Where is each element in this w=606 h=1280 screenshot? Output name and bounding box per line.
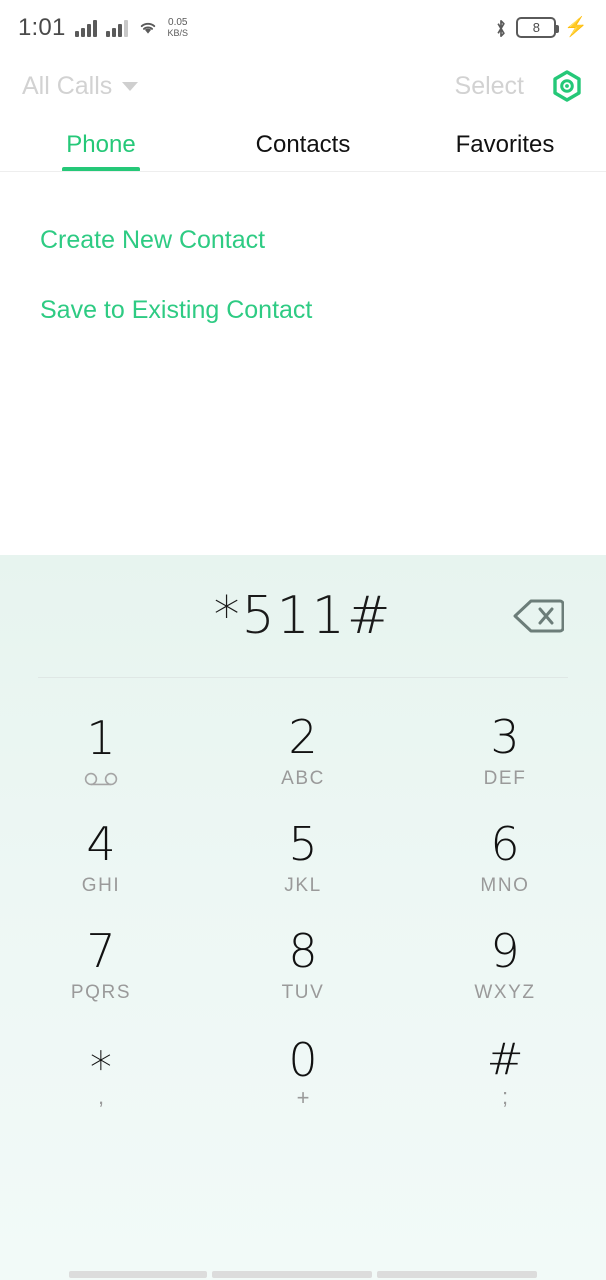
dialpad-panel: *511# 1 2 ABC 3 DEF 4 GHI 5 JKL 6 MNO 7 … — [0, 555, 606, 1280]
tab-contacts-label: Contacts — [255, 130, 351, 158]
battery-icon: 8 — [516, 17, 560, 38]
key-6[interactable]: 6 MNO — [404, 805, 606, 912]
key-4-letters: GHI — [81, 875, 121, 896]
dialed-number-row: *511# — [0, 555, 606, 677]
key-8-digit: 8 — [288, 924, 318, 978]
top-bar: All Calls Select — [0, 55, 606, 117]
status-bar-right: 8 ⚡ — [494, 17, 588, 38]
contact-actions-list: Create New Contact Save to Existing Cont… — [0, 205, 606, 345]
key-hash-sub: ; — [501, 1084, 509, 1109]
status-time: 1:01 — [18, 13, 66, 41]
tab-phone[interactable]: Phone — [0, 117, 202, 172]
key-6-letters: MNO — [480, 875, 530, 896]
keypad-row-4: ∗ , 0 + # ; — [0, 1019, 606, 1126]
key-3-digit: 3 — [490, 710, 520, 764]
tab-phone-label: Phone — [66, 130, 136, 158]
dialed-number-display[interactable]: *511# — [214, 586, 393, 646]
key-9[interactable]: 9 WXYZ — [404, 912, 606, 1019]
key-8[interactable]: 8 TUV — [202, 912, 404, 1019]
key-star-sub: , — [97, 1084, 105, 1109]
charging-bolt-icon: ⚡ — [564, 17, 588, 38]
key-9-digit: 9 — [490, 924, 520, 978]
tab-contacts[interactable]: Contacts — [202, 117, 404, 172]
network-rate: 0.05 KB/S — [167, 16, 189, 38]
key-3[interactable]: 3 DEF — [404, 698, 606, 805]
key-star-digit: ∗ — [87, 1034, 115, 1085]
battery-level: 8 — [532, 20, 540, 35]
call-filter-label: All Calls — [22, 71, 113, 100]
tab-favorites[interactable]: Favorites — [404, 117, 606, 172]
key-5[interactable]: 5 JKL — [202, 805, 404, 912]
network-rate-value: 0.05 — [168, 16, 188, 28]
key-5-digit: 5 — [288, 817, 318, 871]
nav-back-bar[interactable] — [69, 1271, 207, 1278]
key-1[interactable]: 1 — [0, 698, 202, 805]
key-9-letters: WXYZ — [474, 982, 536, 1003]
save-to-existing-contact-button[interactable]: Save to Existing Contact — [0, 275, 606, 345]
tab-bar-divider — [0, 171, 606, 172]
key-0-sub: + — [296, 1085, 310, 1110]
key-4[interactable]: 4 GHI — [0, 805, 202, 912]
dialed-number-divider — [38, 677, 568, 678]
keypad-row-1: 1 2 ABC 3 DEF — [0, 698, 606, 805]
key-star[interactable]: ∗ , — [0, 1019, 202, 1126]
create-new-contact-button[interactable]: Create New Contact — [0, 205, 606, 275]
system-navigation-bar — [0, 1254, 606, 1280]
key-2-digit: 2 — [288, 710, 318, 764]
signal-bars-icon-sim2 — [105, 19, 128, 37]
keypad-row-2: 4 GHI 5 JKL 6 MNO — [0, 805, 606, 912]
key-4-digit: 4 — [86, 817, 116, 871]
key-7-digit: 7 — [86, 924, 116, 978]
call-filter-dropdown[interactable]: All Calls — [22, 71, 139, 101]
nav-home-bar[interactable] — [212, 1271, 372, 1278]
key-0-digit: 0 — [288, 1033, 318, 1087]
key-hash-digit: # — [486, 1034, 524, 1085]
key-hash[interactable]: # ; — [404, 1019, 606, 1126]
keypad: 1 2 ABC 3 DEF 4 GHI 5 JKL 6 MNO 7 PQRS 8… — [0, 698, 606, 1126]
voicemail-icon — [84, 769, 118, 789]
chevron-down-icon — [122, 81, 139, 91]
status-bar-left: 1:01 0.05 KB/S — [18, 14, 188, 42]
key-3-letters: DEF — [483, 768, 527, 789]
status-bar: 1:01 0.05 KB/S 8 ⚡ — [0, 0, 606, 55]
bluetooth-icon — [494, 18, 508, 38]
top-bar-right: Select — [455, 69, 584, 103]
signal-bars-icon — [74, 19, 97, 37]
key-2[interactable]: 2 ABC — [202, 698, 404, 805]
backspace-delete-icon[interactable] — [512, 596, 565, 636]
save-to-existing-contact-label: Save to Existing Contact — [40, 295, 313, 324]
select-button[interactable]: Select — [455, 72, 524, 101]
tab-favorites-label: Favorites — [455, 130, 555, 158]
nav-recents-bar[interactable] — [377, 1271, 537, 1278]
tab-bar: Phone Contacts Favorites — [0, 117, 606, 172]
key-1-digit: 1 — [86, 710, 116, 765]
key-0[interactable]: 0 + — [202, 1019, 404, 1126]
key-5-letters: JKL — [284, 875, 322, 896]
key-2-letters: ABC — [281, 768, 325, 789]
wifi-icon — [137, 19, 159, 36]
phone-dialer-screen: 1:01 0.05 KB/S 8 ⚡ All Calls Select Phon… — [0, 0, 606, 1280]
hexagon-target-icon[interactable] — [550, 69, 584, 103]
keypad-row-3: 7 PQRS 8 TUV 9 WXYZ — [0, 912, 606, 1019]
key-7[interactable]: 7 PQRS — [0, 912, 202, 1019]
network-rate-unit: KB/S — [167, 27, 189, 38]
key-6-digit: 6 — [490, 817, 520, 871]
key-7-letters: PQRS — [70, 982, 132, 1003]
key-8-letters: TUV — [281, 982, 325, 1003]
create-new-contact-label: Create New Contact — [40, 225, 266, 254]
